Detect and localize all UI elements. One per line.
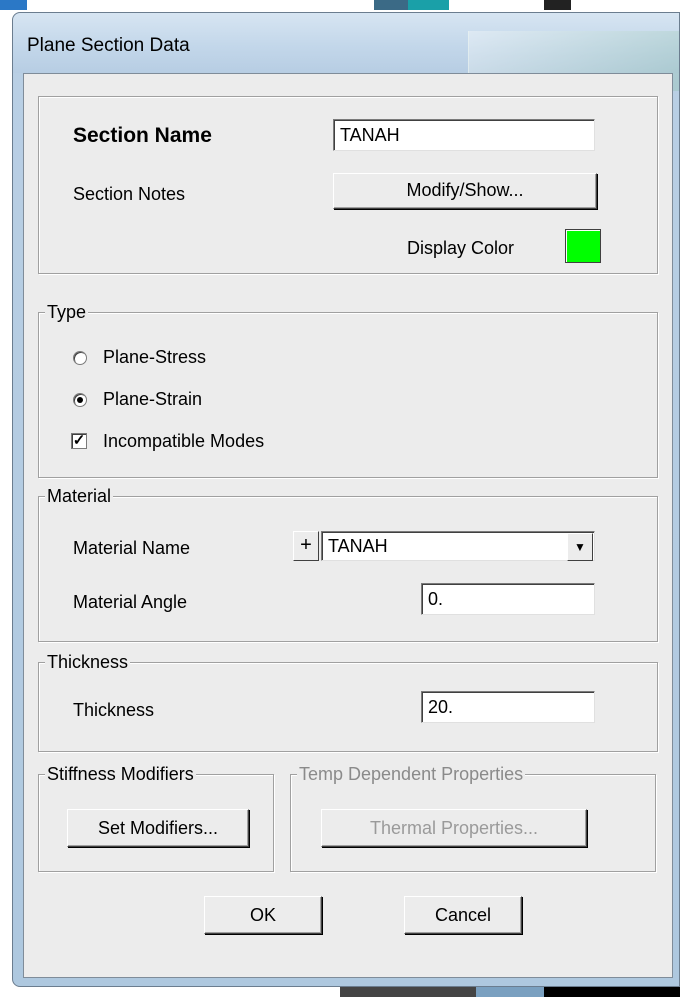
material-angle-label: Material Angle [73, 592, 188, 612]
plane-stress-radio[interactable] [73, 351, 87, 365]
type-legend: Type [45, 301, 89, 323]
material-group: Material Material Name + TANAH ▼ Materia… [38, 485, 658, 642]
chevron-down-icon[interactable]: ▼ [567, 533, 593, 561]
thickness-label: Thickness [73, 700, 155, 720]
stiffness-legend: Stiffness Modifiers [45, 763, 196, 785]
plane-strain-radio[interactable] [73, 393, 87, 407]
material-legend: Material [45, 485, 114, 507]
material-name-value: TANAH [328, 536, 388, 556]
temp-dependent-group: Temp Dependent Properties Thermal Proper… [290, 763, 656, 872]
thickness-group: Thickness Thickness 20. [38, 651, 658, 752]
material-name-label: Material Name [73, 538, 191, 558]
incompatible-modes-label[interactable]: Incompatible Modes [103, 430, 264, 452]
temp-legend: Temp Dependent Properties [297, 763, 526, 785]
material-name-select[interactable]: TANAH ▼ [321, 531, 595, 561]
dialog-body: Section Name TANAH Section Notes Modify/… [23, 73, 673, 978]
incompatible-modes-checkbox[interactable]: ✓ [71, 433, 87, 449]
type-group: Type Plane-Stress Plane-Strain ✓ Incompa… [38, 301, 658, 478]
thickness-legend: Thickness [45, 651, 131, 673]
material-angle-input[interactable]: 0. [421, 583, 595, 615]
cancel-button[interactable]: Cancel [404, 896, 522, 934]
plane-stress-label[interactable]: Plane-Stress [103, 346, 206, 368]
section-notes-label: Section Notes [73, 184, 186, 204]
add-material-button[interactable]: + [293, 531, 319, 561]
set-modifiers-button[interactable]: Set Modifiers... [67, 809, 249, 847]
radio-selected-dot [77, 397, 83, 403]
section-name-input[interactable]: TANAH [333, 119, 595, 151]
thickness-input[interactable]: 20. [421, 691, 595, 723]
thermal-properties-button: Thermal Properties... [321, 809, 587, 847]
title-bar[interactable]: Plane Section Data [13, 13, 679, 91]
plane-strain-label[interactable]: Plane-Strain [103, 388, 202, 410]
display-color-swatch[interactable] [565, 229, 601, 263]
dialog-title: Plane Section Data [27, 35, 190, 56]
plane-section-dialog: Plane Section Data Section Name TANAH Se… [12, 12, 680, 987]
background-desktop [0, 0, 680, 10]
ok-button[interactable]: OK [204, 896, 322, 934]
modify-show-button[interactable]: Modify/Show... [333, 173, 597, 209]
section-group: Section Name TANAH Section Notes Modify/… [38, 96, 658, 274]
section-name-label: Section Name [73, 124, 212, 147]
display-color-label: Display Color [407, 238, 515, 258]
stiffness-modifiers-group: Stiffness Modifiers Set Modifiers... [38, 763, 274, 872]
